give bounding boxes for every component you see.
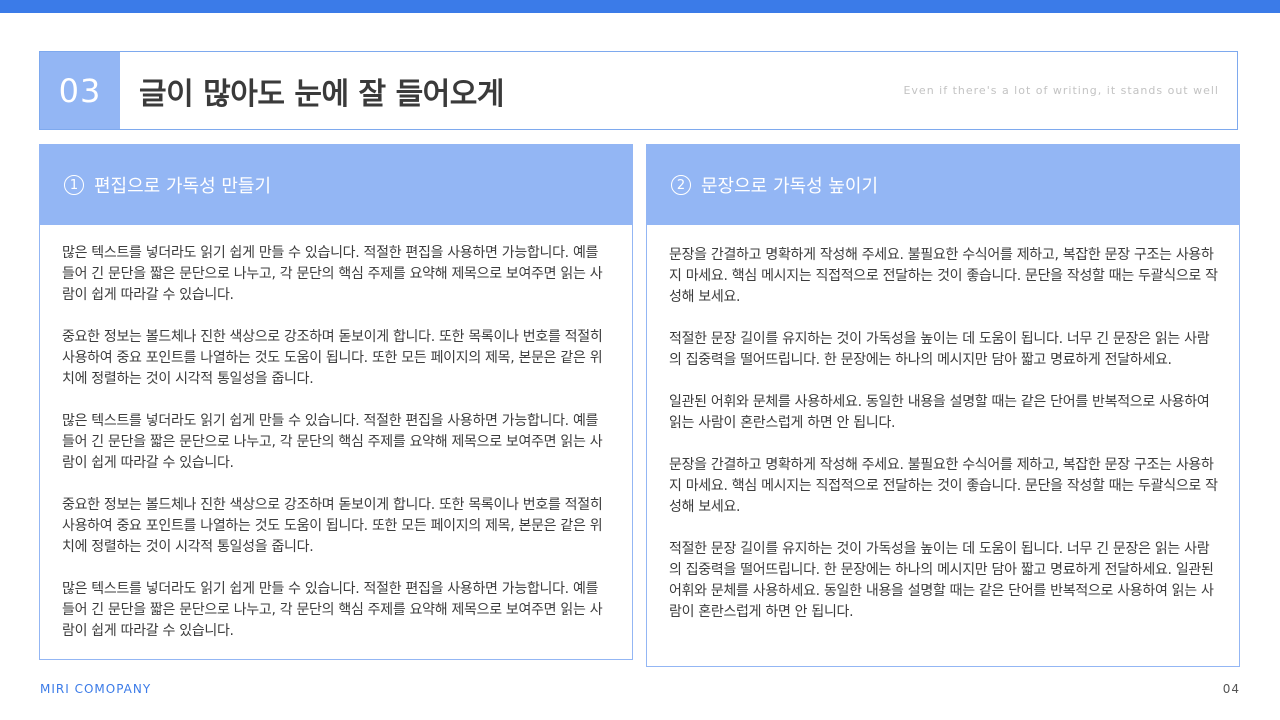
circled-number-icon: 2: [671, 175, 691, 195]
section-number: 03: [40, 52, 120, 129]
circled-number-icon: 1: [64, 175, 84, 195]
paragraph: 일관된 어휘와 문체를 사용하세요. 동일한 내용을 설명할 때는 같은 단어를…: [669, 394, 1210, 431]
paragraph: 중요한 정보는 볼드체나 진한 색상으로 강조하며 돋보이게 합니다. 또한 목…: [62, 329, 603, 387]
paragraph: 적절한 문장 길이를 유지하는 것이 가독성을 높이는 데 도움이 됩니다. 너…: [669, 541, 1214, 620]
paragraph: 중요한 정보는 볼드체나 진한 색상으로 강조하며 돋보이게 합니다. 또한 목…: [62, 497, 603, 555]
right-card-header: 2 문장으로 가독성 높이기: [647, 145, 1239, 225]
paragraph: 많은 텍스트를 넣더라도 읽기 쉽게 만들 수 있습니다. 적절한 편집을 사용…: [62, 413, 603, 471]
top-accent-bar: [0, 0, 1280, 13]
left-card: 1 편집으로 가독성 만들기 많은 텍스트를 넣더라도 읽기 쉽게 만들 수 있…: [39, 144, 633, 660]
right-card: 2 문장으로 가독성 높이기 문장을 간결하고 명확하게 작성해 주세요. 불필…: [646, 144, 1240, 667]
paragraph: 적절한 문장 길이를 유지하는 것이 가독성을 높이는 데 도움이 됩니다. 너…: [669, 331, 1210, 368]
paragraph: 문장을 간결하고 명확하게 작성해 주세요. 불필요한 수식어를 제하고, 복잡…: [669, 247, 1218, 305]
left-card-title: 편집으로 가독성 만들기: [94, 176, 272, 197]
page-number: 04: [1222, 682, 1240, 696]
section-header: 03 글이 많아도 눈에 잘 들어오게 Even if there's a lo…: [39, 51, 1238, 130]
right-card-body: 문장을 간결하고 명확하게 작성해 주세요. 불필요한 수식어를 제하고, 복잡…: [647, 225, 1239, 623]
paragraph: 많은 텍스트를 넣더라도 읽기 쉽게 만들 수 있습니다. 적절한 편집을 사용…: [62, 245, 603, 303]
right-card-title: 문장으로 가독성 높이기: [701, 176, 879, 197]
paragraph: 문장을 간결하고 명확하게 작성해 주세요. 불필요한 수식어를 제하고, 복잡…: [669, 457, 1218, 515]
page-title: 글이 많아도 눈에 잘 들어오게: [139, 76, 504, 112]
left-card-header: 1 편집으로 가독성 만들기: [40, 145, 632, 225]
footer-brand: MIRI COMOPANY: [40, 682, 152, 696]
left-card-body: 많은 텍스트를 넣더라도 읽기 쉽게 만들 수 있습니다. 적절한 편집을 사용…: [40, 225, 632, 642]
paragraph: 많은 텍스트를 넣더라도 읽기 쉽게 만들 수 있습니다. 적절한 편집을 사용…: [62, 581, 603, 639]
page-subtitle: Even if there's a lot of writing, it sta…: [903, 84, 1219, 97]
